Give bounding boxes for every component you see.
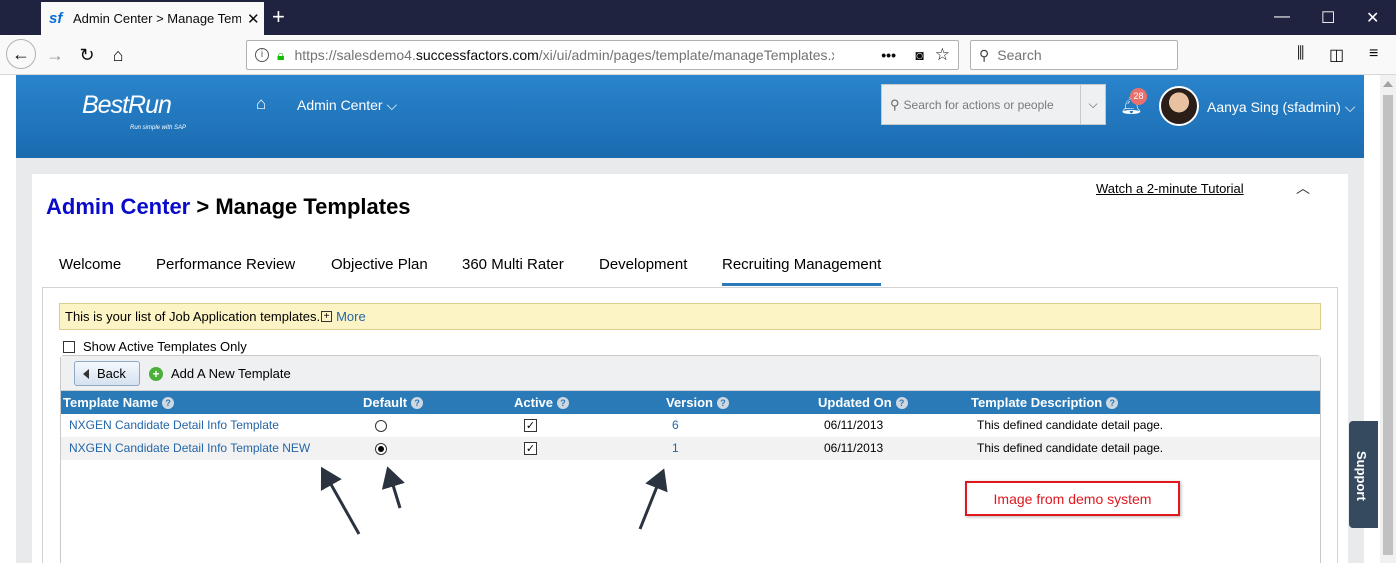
info-icon[interactable]: i bbox=[255, 48, 269, 62]
window-close-icon[interactable]: ✕ bbox=[1366, 8, 1379, 28]
back-triangle-icon bbox=[83, 368, 89, 379]
tab-objective-plan[interactable]: Objective Plan bbox=[331, 256, 428, 273]
support-button[interactable]: Support bbox=[1349, 421, 1378, 528]
template-name-link[interactable]: NXGEN Candidate Detail Info Template bbox=[69, 418, 279, 432]
help-icon[interactable]: ? bbox=[716, 396, 729, 409]
add-template-button[interactable]: Add A New Template bbox=[171, 366, 291, 381]
bookmark-star-icon[interactable]: ☆ bbox=[935, 45, 950, 65]
collapse-chevron-icon[interactable]: ︿ bbox=[1296, 178, 1310, 198]
search-icon: ⚲ bbox=[890, 96, 900, 112]
expand-plus-icon[interactable]: + bbox=[321, 311, 333, 322]
tab-close-icon[interactable]: ✕ bbox=[247, 10, 260, 28]
url-text[interactable]: https://salesdemo4.successfactors.com/xi… bbox=[294, 47, 834, 63]
col-template-description[interactable]: Template Description? bbox=[971, 395, 1119, 410]
col-version[interactable]: Version? bbox=[666, 395, 729, 410]
minimize-icon[interactable]: — bbox=[1274, 8, 1290, 26]
avatar[interactable] bbox=[1159, 86, 1199, 126]
reload-icon[interactable]: ↻ bbox=[73, 41, 101, 69]
scroll-up-icon[interactable] bbox=[1383, 81, 1393, 87]
library-icon[interactable]: ⫼ bbox=[1297, 45, 1304, 63]
new-tab-icon[interactable]: + bbox=[272, 6, 285, 28]
logo-tagline: Run simple with SAP bbox=[130, 125, 187, 131]
updated-on: 06/11/2013 bbox=[824, 441, 884, 455]
version-link[interactable]: 6 bbox=[672, 418, 679, 432]
url-bar[interactable]: i 🔒︎ https://salesdemo4.successfactors.c… bbox=[246, 40, 959, 70]
template-description: This defined candidate detail page. bbox=[977, 441, 1164, 455]
active-only-label: Show Active Templates Only bbox=[83, 339, 247, 354]
page-scrollbar[interactable] bbox=[1380, 75, 1396, 563]
browser-navbar: ← → ↻ ⌂ i 🔒︎ https://salesdemo4.successf… bbox=[0, 35, 1396, 75]
admin-center-menu[interactable]: Admin Center ⌵ bbox=[297, 97, 397, 114]
help-icon[interactable]: ? bbox=[557, 396, 570, 409]
tab-performance-review[interactable]: Performance Review bbox=[156, 256, 295, 273]
browser-search-input[interactable]: ⚲ Search bbox=[970, 40, 1178, 70]
chevron-down-icon[interactable]: ⌵ bbox=[1080, 85, 1105, 124]
annotation-label: Image from demo system bbox=[965, 481, 1180, 516]
browser-search-placeholder: Search bbox=[997, 47, 1042, 63]
table-row: NXGEN Candidate Detail Info Template ✓ 6… bbox=[61, 414, 1320, 437]
tab-recruiting-management[interactable]: Recruiting Management bbox=[722, 256, 882, 286]
pocket-icon[interactable]: ◙ bbox=[916, 47, 924, 63]
sidebar-icon[interactable]: ◫ bbox=[1329, 45, 1344, 65]
tab-welcome[interactable]: Welcome bbox=[59, 256, 121, 273]
menu-icon[interactable]: ≡ bbox=[1369, 45, 1378, 63]
tab-title: Admin Center > Manage Temp bbox=[73, 11, 241, 26]
action-search-placeholder: Search for actions or people bbox=[903, 97, 1054, 112]
app-header: BestRun Run simple with SAP ⌂ Admin Cent… bbox=[16, 75, 1364, 158]
col-updated-on[interactable]: Updated On? bbox=[818, 395, 908, 410]
tab-development[interactable]: Development bbox=[599, 256, 687, 273]
browser-titlebar: sf Admin Center > Manage Temp ✕ + — ☐ ✕ bbox=[0, 0, 1396, 35]
action-search-input[interactable]: ⚲ Search for actions or people ⌵ bbox=[881, 84, 1106, 125]
breadcrumb-admin-center[interactable]: Admin Center bbox=[46, 194, 190, 219]
more-icon[interactable]: ••• bbox=[881, 47, 896, 63]
lock-icon: 🔒︎ bbox=[277, 46, 285, 63]
app-home-icon[interactable]: ⌂ bbox=[256, 94, 266, 114]
table-header: Template Name? Default? Active? Version?… bbox=[61, 391, 1320, 414]
search-icon: ⚲ bbox=[979, 46, 990, 63]
add-circle-icon[interactable]: + bbox=[149, 367, 163, 381]
col-template-name[interactable]: Template Name? bbox=[63, 395, 175, 410]
active-only-checkbox[interactable] bbox=[63, 340, 75, 353]
template-description: This defined candidate detail page. bbox=[977, 418, 1164, 432]
tab-360-multi-rater[interactable]: 360 Multi Rater bbox=[462, 256, 564, 273]
info-banner: This is your list of Job Application tem… bbox=[59, 303, 1321, 330]
more-link[interactable]: More bbox=[336, 309, 366, 324]
active-only-filter[interactable]: Show Active Templates Only bbox=[63, 339, 247, 354]
page-title: Admin Center > Manage Templates bbox=[46, 194, 411, 219]
browser-tab[interactable]: sf Admin Center > Manage Temp ✕ bbox=[41, 2, 264, 35]
scroll-thumb[interactable] bbox=[1383, 95, 1393, 555]
template-name-link[interactable]: NXGEN Candidate Detail Info Template NEW bbox=[69, 441, 310, 455]
help-icon[interactable]: ? bbox=[162, 396, 175, 409]
updated-on: 06/11/2013 bbox=[824, 418, 884, 432]
active-checkbox[interactable]: ✓ bbox=[524, 442, 537, 455]
help-icon[interactable]: ? bbox=[895, 396, 908, 409]
active-checkbox[interactable]: ✓ bbox=[524, 419, 537, 432]
back-arrow-icon[interactable]: ← bbox=[6, 39, 36, 69]
user-menu[interactable]: Aanya Sing (sfadmin) ⌵ bbox=[1207, 99, 1355, 116]
tutorial-link[interactable]: Watch a 2-minute Tutorial bbox=[1096, 181, 1244, 196]
template-tabs: Welcome Performance Review Objective Pla… bbox=[42, 247, 1337, 287]
default-radio[interactable] bbox=[375, 443, 387, 455]
table-row: NXGEN Candidate Detail Info Template NEW… bbox=[61, 437, 1320, 460]
help-icon[interactable]: ? bbox=[411, 396, 424, 409]
sf-favicon-icon: sf bbox=[49, 9, 63, 27]
version-link[interactable]: 1 bbox=[672, 441, 679, 455]
maximize-icon[interactable]: ☐ bbox=[1321, 8, 1335, 28]
col-active[interactable]: Active? bbox=[514, 395, 570, 410]
forward-arrow-icon[interactable]: → bbox=[41, 41, 69, 69]
col-default[interactable]: Default? bbox=[363, 395, 424, 410]
bestrun-logo[interactable]: BestRun Run simple with SAP bbox=[82, 91, 186, 131]
home-icon[interactable]: ⌂ bbox=[104, 41, 132, 69]
notification-badge: 28 bbox=[1130, 88, 1147, 105]
back-button[interactable]: Back bbox=[74, 361, 140, 386]
default-radio[interactable] bbox=[375, 420, 387, 432]
help-icon[interactable]: ? bbox=[1106, 396, 1119, 409]
